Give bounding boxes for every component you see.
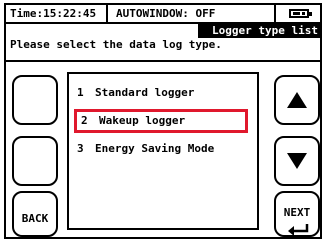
left-soft-button-2[interactable] bbox=[12, 136, 58, 186]
list-item-standard-logger[interactable]: 1 Standard logger bbox=[77, 84, 194, 102]
status-time: Time:15:22:45 bbox=[10, 7, 97, 20]
scroll-up-button[interactable] bbox=[274, 75, 320, 125]
down-arrow-icon bbox=[287, 153, 307, 169]
next-button[interactable]: NEXT bbox=[274, 191, 320, 237]
scroll-down-button[interactable] bbox=[274, 136, 320, 186]
list-item-label: Wakeup logger bbox=[99, 114, 186, 127]
back-button-label: BACK bbox=[21, 212, 49, 225]
left-soft-button-1[interactable] bbox=[12, 75, 58, 125]
list-item-number: 1 bbox=[77, 86, 84, 99]
list-item-label: Standard logger bbox=[95, 86, 195, 99]
status-autowindow: AUTOWINDOW: OFF bbox=[116, 7, 216, 20]
next-button-label: NEXT bbox=[283, 206, 311, 219]
back-button[interactable]: BACK bbox=[12, 191, 58, 237]
logger-screen: Time:15:22:45 AUTOWINDOW: OFF Logger typ… bbox=[0, 0, 326, 243]
header-divider bbox=[6, 60, 320, 62]
logger-type-list: 1 Standard logger 2 Wakeup logger 3 Energy … bbox=[67, 72, 259, 230]
list-item-label: Energy Saving Mode bbox=[95, 142, 215, 155]
list-item-energy-saving-mode[interactable]: 3 Energy Saving Mode bbox=[77, 140, 214, 158]
status-bar: Time:15:22:45 AUTOWINDOW: OFF bbox=[6, 5, 320, 24]
list-item-number: 2 bbox=[81, 114, 88, 127]
battery-icon bbox=[289, 9, 309, 18]
battery-tip bbox=[309, 12, 312, 16]
up-arrow-icon bbox=[287, 92, 307, 108]
status-separator bbox=[274, 5, 276, 22]
status-separator bbox=[106, 5, 108, 22]
list-item-number: 3 bbox=[77, 142, 84, 155]
enter-icon bbox=[288, 224, 309, 235]
screen-prompt: Please select the data log type. bbox=[10, 38, 222, 51]
list-item-wakeup-logger[interactable]: 2 Wakeup logger bbox=[74, 109, 248, 133]
lcd-display: Time:15:22:45 AUTOWINDOW: OFF Logger typ… bbox=[4, 3, 322, 239]
screen-title: Logger type list bbox=[198, 24, 322, 38]
